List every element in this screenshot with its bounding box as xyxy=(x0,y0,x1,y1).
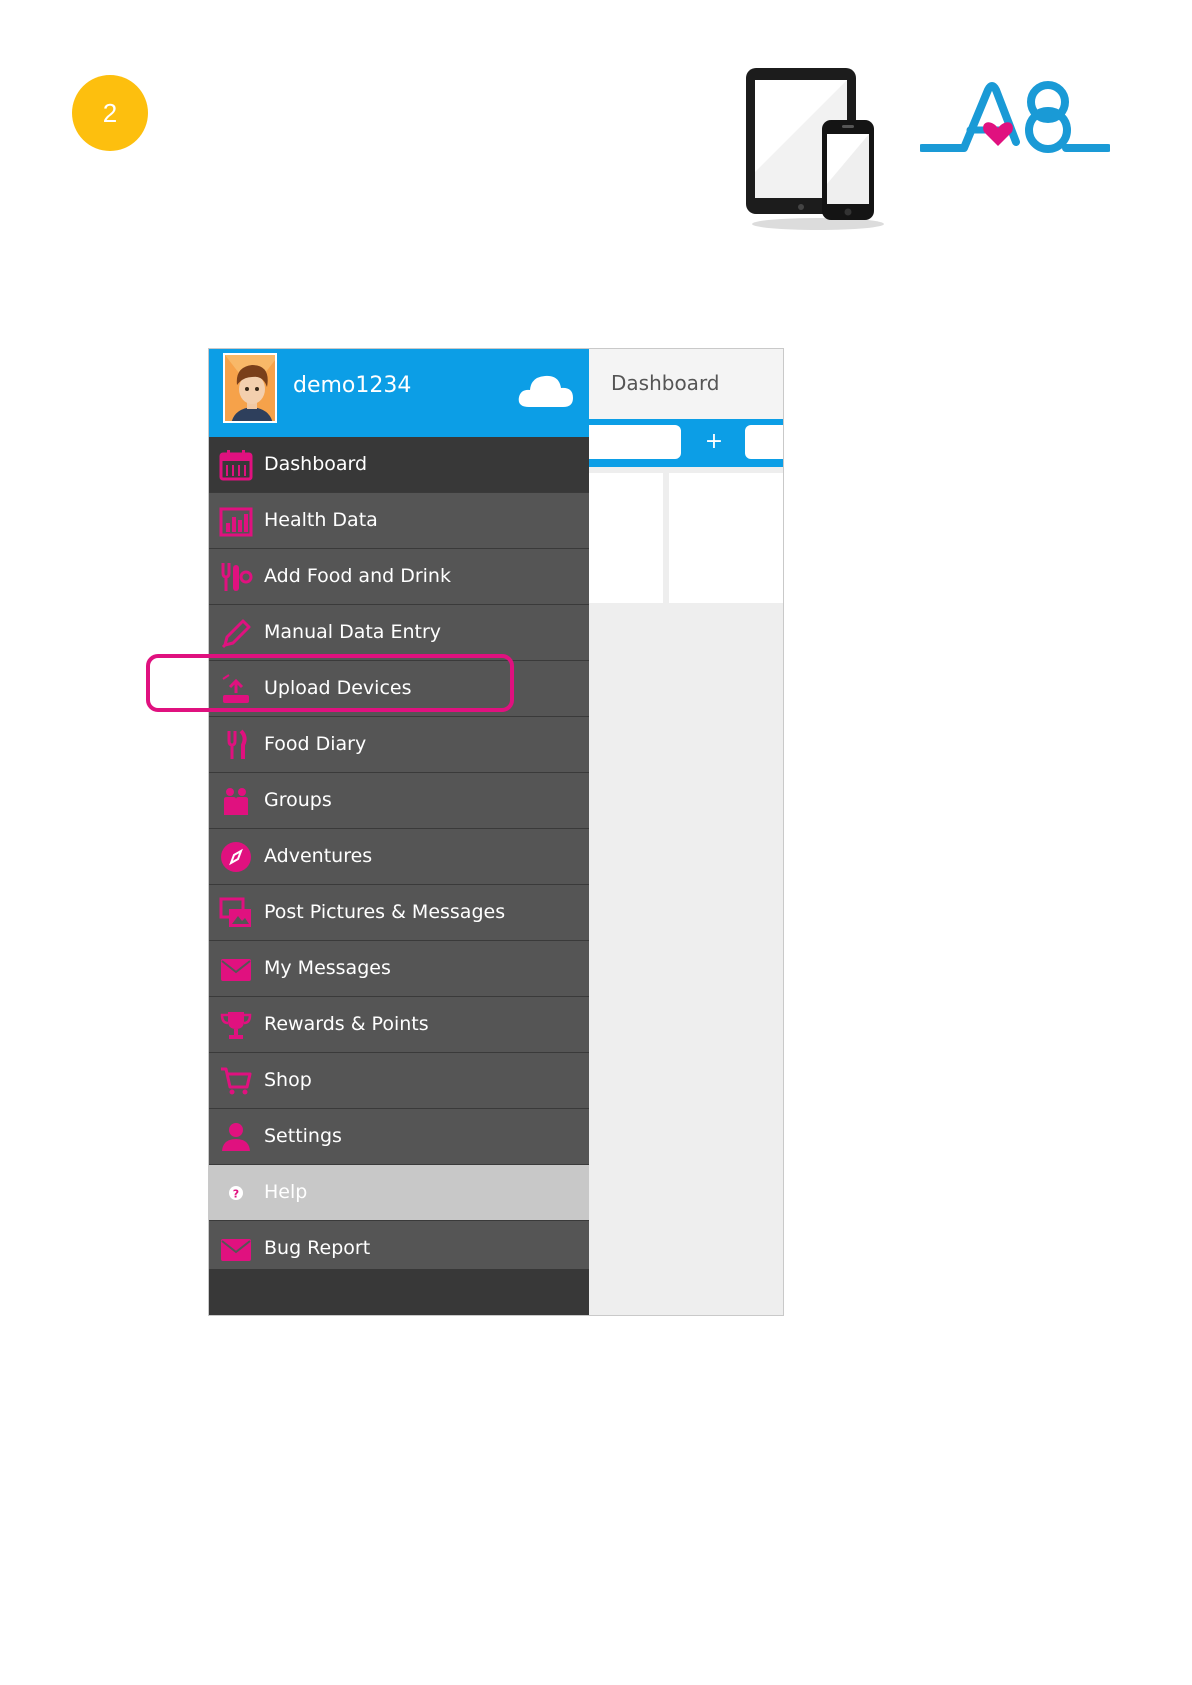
menu-item-my-messages[interactable]: My Messages xyxy=(209,941,589,997)
svg-text:?: ? xyxy=(233,1188,239,1201)
a8-logo-icon xyxy=(920,81,1110,153)
step-badge: 2 xyxy=(72,75,148,151)
menu-item-groups[interactable]: Groups xyxy=(209,773,589,829)
dashboard-tabbar: + xyxy=(589,419,783,467)
drawer-header: demo1234 xyxy=(209,349,589,437)
people-icon xyxy=(224,788,248,815)
menu-item-food-diary[interactable]: Food Diary xyxy=(209,717,589,773)
trophy-icon xyxy=(220,1012,252,1039)
menu-item-label: Rewards & Points xyxy=(264,1013,429,1035)
pictures-icon xyxy=(219,897,251,927)
menu-item-label: Help xyxy=(264,1181,308,1203)
menu-item-label: Bug Report xyxy=(264,1237,371,1259)
page-title: Dashboard xyxy=(611,371,720,395)
utensils-icon xyxy=(221,563,253,591)
menu-item-label: Shop xyxy=(264,1069,312,1091)
menu-item-rewards-points[interactable]: Rewards & Points xyxy=(209,997,589,1053)
menu-item-health-data[interactable]: Health Data xyxy=(209,493,589,549)
app-screenshot: demo1234 Dashboard Health Data Add Food … xyxy=(208,348,784,1316)
drawer-menu: Dashboard Health Data Add Food and Drink… xyxy=(209,437,589,1277)
avatar-icon[interactable] xyxy=(223,353,277,423)
calendar-icon xyxy=(219,450,253,481)
pencil-icon xyxy=(221,619,251,649)
cart-icon xyxy=(221,1067,252,1095)
menu-item-label: Health Data xyxy=(264,509,378,531)
menu-item-label: Dashboard xyxy=(264,453,368,475)
menu-item-label: Add Food and Drink xyxy=(264,565,451,587)
compass-icon xyxy=(221,842,251,872)
menu-item-settings[interactable]: Settings xyxy=(209,1109,589,1165)
chart-icon xyxy=(219,507,253,537)
envelope-icon xyxy=(221,1239,251,1261)
content-topbar: Dashboard xyxy=(589,349,783,421)
tablet-and-phone-icon xyxy=(746,68,884,230)
menu-item-add-food-and-drink[interactable]: Add Food and Drink xyxy=(209,549,589,605)
username: demo1234 xyxy=(293,373,412,398)
menu-item-dashboard[interactable]: Dashboard xyxy=(209,437,589,493)
menu-item-label: Post Pictures & Messages xyxy=(264,901,506,923)
menu-item-manual-data-entry[interactable]: Manual Data Entry xyxy=(209,605,589,661)
menu-item-label: Settings xyxy=(264,1125,342,1147)
dashboard-card[interactable] xyxy=(589,473,663,603)
cloud-icon[interactable] xyxy=(517,371,575,409)
menu-item-label: Food Diary xyxy=(264,733,367,755)
menu-item-label: Manual Data Entry xyxy=(264,621,442,643)
menu-item-post-pictures-messages[interactable]: Post Pictures & Messages xyxy=(209,885,589,941)
dashboard-tab[interactable] xyxy=(589,425,681,459)
dashboard-card[interactable] xyxy=(669,473,783,603)
envelope-icon xyxy=(221,959,251,981)
dashboard-tab[interactable] xyxy=(745,425,783,459)
menu-item-label: Groups xyxy=(264,789,332,811)
drawer-footer xyxy=(209,1269,589,1315)
dashboard-content: Dashboard + xyxy=(589,349,783,1315)
menu-item-label: My Messages xyxy=(264,957,391,979)
menu-item-shop[interactable]: Shop xyxy=(209,1053,589,1109)
navigation-drawer: demo1234 Dashboard Health Data Add Food … xyxy=(209,349,589,1315)
menu-item-help[interactable]: ? Help xyxy=(209,1165,589,1221)
question-icon: ? xyxy=(229,1186,243,1201)
step-number: 2 xyxy=(102,97,118,128)
upload-devices-highlight xyxy=(146,654,514,712)
person-icon xyxy=(222,1123,250,1151)
fork-knife-icon xyxy=(227,729,247,759)
add-tab-button[interactable]: + xyxy=(701,427,727,457)
menu-item-adventures[interactable]: Adventures xyxy=(209,829,589,885)
menu-item-label: Adventures xyxy=(264,845,373,867)
